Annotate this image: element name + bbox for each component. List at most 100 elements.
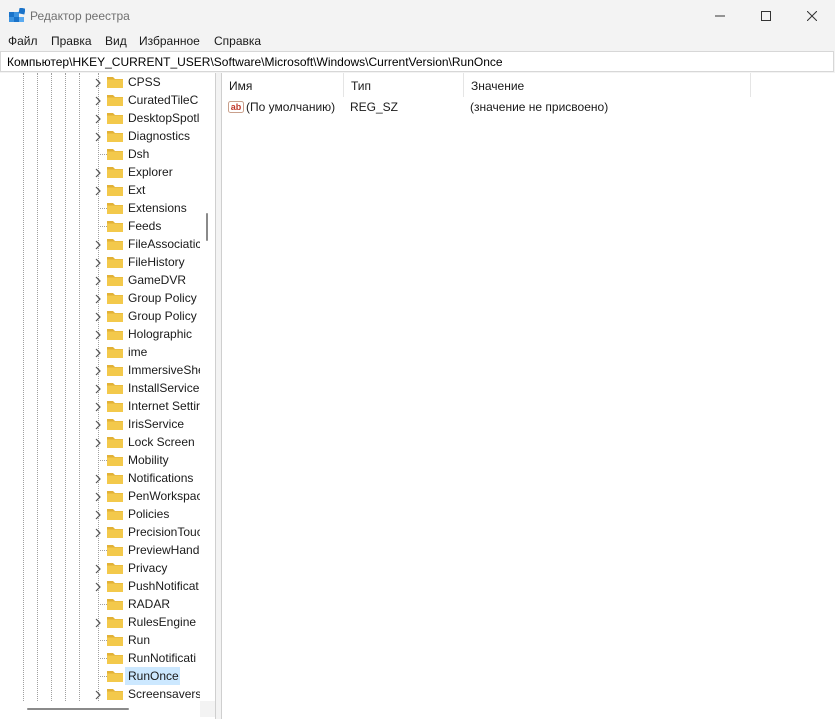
chevron-right-icon[interactable] xyxy=(93,581,103,592)
chevron-right-icon[interactable] xyxy=(93,347,103,358)
chevron-right-icon[interactable] xyxy=(93,293,103,304)
chevron-right-icon[interactable] xyxy=(93,257,103,268)
column-header-type[interactable]: Тип xyxy=(344,73,464,97)
column-header-name[interactable]: Имя xyxy=(222,73,344,97)
chevron-right-icon[interactable] xyxy=(93,491,103,502)
tree-vertical-scrollbar[interactable] xyxy=(200,73,215,701)
folder-icon xyxy=(106,669,124,683)
tree-horizontal-scroll-thumb[interactable] xyxy=(27,708,129,710)
folder-icon xyxy=(106,147,124,161)
folder-icon xyxy=(106,453,124,467)
tree-node[interactable]: Notifications xyxy=(93,469,203,487)
tree-node[interactable]: Group Policy xyxy=(93,307,203,325)
address-path[interactable]: Компьютер\HKEY_CURRENT_USER\Software\Mic… xyxy=(7,55,503,69)
menu-help[interactable]: Справка xyxy=(214,34,261,48)
tree-node-label: GameDVR xyxy=(128,273,187,287)
tree-node[interactable]: RulesEngine xyxy=(93,613,203,631)
chevron-right-icon[interactable] xyxy=(93,473,103,484)
tree-node-label: Holographic xyxy=(128,327,193,341)
tree-node[interactable]: Policies xyxy=(93,505,203,523)
chevron-right-icon[interactable] xyxy=(93,527,103,538)
title-bar: Редактор реестра xyxy=(0,0,835,32)
chevron-right-icon[interactable] xyxy=(93,383,103,394)
chevron-right-icon[interactable] xyxy=(93,95,103,106)
tree-node[interactable]: GameDVR xyxy=(93,271,203,289)
tree-node[interactable]: PreviewHand xyxy=(93,541,203,559)
tree-node[interactable]: Lock Screen xyxy=(93,433,203,451)
values-list[interactable]: Имя Тип Значение ab (По умолчанию) REG_S… xyxy=(221,73,835,719)
chevron-right-icon[interactable] xyxy=(93,563,103,574)
tree-node[interactable]: InstallService xyxy=(93,379,203,397)
folder-icon xyxy=(106,687,124,701)
maximize-button[interactable] xyxy=(743,0,789,32)
tree-horizontal-scrollbar[interactable] xyxy=(0,701,200,717)
tree-node[interactable]: FileAssociatic xyxy=(93,235,203,253)
address-bar[interactable]: Компьютер\HKEY_CURRENT_USER\Software\Mic… xyxy=(0,51,834,72)
chevron-right-icon[interactable] xyxy=(93,131,103,142)
tree-node-label: RunOnce xyxy=(128,669,179,683)
menu-favorites[interactable]: Избранное xyxy=(139,34,200,48)
chevron-right-icon[interactable] xyxy=(93,167,103,178)
tree-node[interactable]: RADAR xyxy=(93,595,203,613)
tree-vertical-scroll-thumb[interactable] xyxy=(206,213,208,241)
tree-node[interactable]: Run xyxy=(93,631,203,649)
chevron-right-icon[interactable] xyxy=(93,419,103,430)
tree-node[interactable]: Diagnostics xyxy=(93,127,203,145)
scrollbar-corner xyxy=(200,701,215,717)
tree-node[interactable]: CuratedTileC xyxy=(93,91,203,109)
chevron-right-icon[interactable] xyxy=(93,77,103,88)
tree-guide-line xyxy=(51,73,52,701)
chevron-right-icon[interactable] xyxy=(93,311,103,322)
folder-icon xyxy=(106,399,124,413)
tree-node[interactable]: Privacy xyxy=(93,559,203,577)
chevron-right-icon[interactable] xyxy=(93,689,103,700)
chevron-right-icon[interactable] xyxy=(93,365,103,376)
tree-node-label: CuratedTileC xyxy=(128,93,199,107)
close-button[interactable] xyxy=(789,0,835,32)
tree-node[interactable]: Holographic xyxy=(93,325,203,343)
tree-node[interactable]: PushNotificat xyxy=(93,577,203,595)
tree-node[interactable]: Internet Settir xyxy=(93,397,203,415)
tree-node[interactable]: PrecisionTouc xyxy=(93,523,203,541)
minimize-button[interactable] xyxy=(697,0,743,32)
folder-icon xyxy=(106,615,124,629)
tree-node[interactable]: Mobility xyxy=(93,451,203,469)
tree-node[interactable]: FileHistory xyxy=(93,253,203,271)
tree-node[interactable]: RunOnce xyxy=(93,667,203,685)
string-value-icon: ab xyxy=(228,99,244,115)
column-header-name-label: Имя xyxy=(229,79,253,93)
folder-icon xyxy=(106,363,124,377)
value-row[interactable]: ab (По умолчанию) REG_SZ (значение не пр… xyxy=(222,98,822,116)
tree-node[interactable]: Group Policy xyxy=(93,289,203,307)
chevron-right-icon[interactable] xyxy=(93,617,103,628)
tree-node[interactable]: ime xyxy=(93,343,203,361)
tree-node[interactable]: Extensions xyxy=(93,199,203,217)
chevron-right-icon[interactable] xyxy=(93,275,103,286)
tree-node[interactable]: Ext xyxy=(93,181,203,199)
menu-file[interactable]: Файл xyxy=(8,34,38,48)
column-header-value[interactable]: Значение xyxy=(464,73,751,97)
folder-icon xyxy=(106,633,124,647)
tree-node[interactable]: DesktopSpotl xyxy=(93,109,203,127)
tree-node[interactable]: Dsh xyxy=(93,145,203,163)
tree-node[interactable]: IrisService xyxy=(93,415,203,433)
chevron-right-icon[interactable] xyxy=(93,401,103,412)
folder-icon xyxy=(106,561,124,575)
tree-node[interactable]: ImmersiveShe xyxy=(93,361,205,379)
menu-view[interactable]: Вид xyxy=(105,34,127,48)
chevron-right-icon[interactable] xyxy=(93,509,103,520)
chevron-right-icon[interactable] xyxy=(93,329,103,340)
key-tree[interactable]: CPSS CuratedTileC DesktopSpotl Diagnostics D… xyxy=(0,73,216,719)
folder-icon xyxy=(106,489,124,503)
tree-node[interactable]: PenWorkspac xyxy=(93,487,203,505)
tree-node[interactable]: CPSS xyxy=(93,73,203,91)
menu-edit[interactable]: Правка xyxy=(51,34,92,48)
chevron-right-icon[interactable] xyxy=(93,185,103,196)
tree-node[interactable]: RunNotificati xyxy=(93,649,203,667)
tree-node[interactable]: Feeds xyxy=(93,217,203,235)
chevron-right-icon[interactable] xyxy=(93,239,103,250)
folder-icon xyxy=(106,309,124,323)
tree-node[interactable]: Explorer xyxy=(93,163,203,181)
chevron-right-icon[interactable] xyxy=(93,113,103,124)
chevron-right-icon[interactable] xyxy=(93,437,103,448)
